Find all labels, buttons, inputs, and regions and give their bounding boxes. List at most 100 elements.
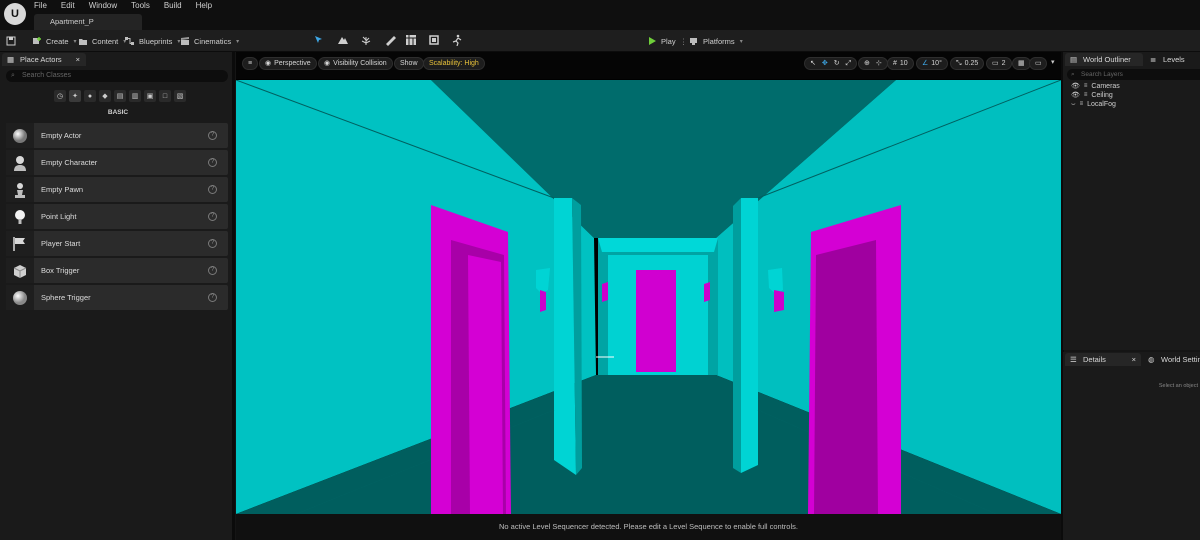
chevron-down-icon: ▾ — [236, 38, 240, 45]
all-classes-category-icon[interactable]: ▧ — [174, 90, 186, 102]
play-options-icon[interactable]: ⋮ — [680, 37, 688, 46]
save-button[interactable] — [6, 33, 16, 49]
view-mode-label: Visibility Collision — [333, 60, 387, 67]
world-settings-label: World Settings — [1161, 355, 1200, 364]
show-button[interactable]: Show — [394, 57, 424, 70]
lights-category-icon[interactable]: ● — [84, 90, 96, 102]
menu-help[interactable]: Help — [196, 0, 212, 12]
help-icon[interactable]: ? — [208, 131, 217, 140]
grid-snap-button[interactable]: # 10 — [887, 57, 914, 70]
help-icon[interactable]: ? — [208, 212, 217, 221]
world-outliner-tab[interactable]: ▤ World Outliner — [1065, 53, 1143, 66]
help-icon[interactable]: ? — [208, 158, 217, 167]
content-button[interactable]: Content ▾ — [78, 33, 126, 49]
play-button[interactable]: Play ⋮ — [647, 33, 687, 49]
basic-category-icon[interactable]: ✦ — [69, 90, 81, 102]
actor-item-player-start[interactable]: Player Start ? — [6, 231, 228, 256]
title-bar: U File Edit Window Tools Build Help Apar… — [0, 0, 1200, 30]
maximize-viewport-button[interactable]: ▭ — [1029, 57, 1047, 70]
left-sconce — [540, 290, 546, 312]
blueprints-label: Blueprints — [139, 36, 173, 46]
viewport-options-button[interactable]: ≡ — [242, 57, 259, 70]
search-placeholder: Search Classes — [22, 72, 72, 79]
rotate-tool-icon[interactable]: ↻ — [834, 58, 840, 69]
help-icon[interactable]: ? — [208, 293, 217, 302]
platforms-button[interactable]: Platforms ▾ — [689, 33, 743, 49]
panel-divider[interactable] — [232, 52, 235, 540]
left-far-sconce — [602, 282, 608, 302]
rotation-snap-button[interactable]: ∠ 10° — [916, 57, 948, 70]
help-icon[interactable]: ? — [208, 266, 217, 275]
layer-item[interactable]: 👁 ≡ Cameras — [1071, 82, 1120, 91]
close-icon[interactable]: × — [1132, 353, 1136, 366]
help-icon[interactable]: ? — [208, 185, 217, 194]
actor-item-empty-actor[interactable]: Empty Actor ? — [6, 123, 228, 148]
perspective-button[interactable]: ◉ Perspective — [259, 57, 317, 70]
surface-snap-icon[interactable]: ⊹ — [876, 58, 882, 69]
place-actors-tab[interactable]: ▦ Place Actors × — [2, 53, 86, 66]
blueprints-button[interactable]: Blueprints ▾ — [125, 33, 180, 49]
geometry-category-icon[interactable]: ▣ — [144, 90, 156, 102]
fracture-mode-icon[interactable] — [405, 34, 417, 46]
menu-file[interactable]: File — [34, 0, 47, 12]
cinematics-button[interactable]: Cinematics ▾ — [180, 33, 239, 49]
camera-speed-button[interactable]: ▭ 2 — [986, 57, 1012, 70]
hidden-eye-icon[interactable]: ⌣ — [1071, 100, 1076, 109]
cinematic-category-icon[interactable]: ▤ — [114, 90, 126, 102]
world-outliner-panel: ▤ World Outliner ≣ Levels ⌕ Search Layer… — [1063, 52, 1200, 350]
brush-edit-mode-icon[interactable] — [428, 34, 440, 46]
scale-snap-icon: ⤡ — [956, 60, 962, 67]
actor-item-empty-character[interactable]: Empty Character ? — [6, 150, 228, 175]
animation-mode-icon[interactable] — [451, 34, 463, 46]
volumes-category-icon[interactable]: □ — [159, 90, 171, 102]
visibility-eye-icon[interactable]: 👁 — [1071, 82, 1080, 91]
world-space-icon[interactable]: ⊕ — [864, 58, 870, 69]
hallway-render[interactable] — [236, 80, 1061, 514]
scene-render[interactable] — [236, 80, 1061, 514]
actor-item-point-light[interactable]: Point Light ? — [6, 204, 228, 229]
place-actors-icon: ▦ — [7, 55, 15, 64]
search-layers-input[interactable]: ⌕ Search Layers — [1067, 69, 1200, 80]
visibility-eye-icon[interactable]: 👁 — [1071, 91, 1080, 100]
close-icon[interactable]: × — [76, 53, 80, 66]
levels-tab[interactable]: ≣ Levels — [1145, 53, 1200, 66]
move-tool-icon[interactable]: ✥ — [822, 58, 828, 69]
coordinate-tools: ⊕ ⊹ — [858, 57, 888, 70]
document-tab[interactable]: Apartment_P — [34, 14, 142, 30]
shapes-category-icon[interactable]: ◆ — [99, 90, 111, 102]
select-tool-icon[interactable]: ↖ — [810, 58, 816, 69]
details-tab[interactable]: ☰ Details × — [1065, 353, 1141, 366]
menu-edit[interactable]: Edit — [61, 0, 75, 12]
scalability-button[interactable]: Scalability: High — [423, 57, 485, 70]
layer-item[interactable]: ⌣ ≡ LocalFog — [1071, 100, 1116, 109]
scale-tool-icon[interactable]: ⤢ — [846, 58, 852, 69]
layout-button[interactable]: ▦ — [1012, 57, 1031, 70]
chevron-down-icon: ▾ — [73, 38, 77, 45]
search-classes-input[interactable]: ⌕ Search Classes — [6, 70, 228, 82]
create-button[interactable]: Create ▾ — [32, 33, 77, 49]
create-label: Create — [46, 36, 69, 46]
mesh-paint-mode-icon[interactable] — [384, 34, 396, 46]
actor-label: Box Trigger — [41, 266, 80, 275]
actor-item-empty-pawn[interactable]: Empty Pawn ? — [6, 177, 228, 202]
scale-snap-button[interactable]: ⤡ 0.25 — [950, 57, 985, 70]
help-icon[interactable]: ? — [208, 239, 217, 248]
chevron-down-icon[interactable]: ▾ — [1051, 58, 1055, 66]
view-mode-button[interactable]: ◉ Visibility Collision — [318, 57, 393, 70]
menu-tools[interactable]: Tools — [131, 0, 150, 12]
grid-snap-value: 10 — [899, 60, 908, 67]
details-tab-label: Details — [1083, 355, 1106, 364]
actor-item-box-trigger[interactable]: Box Trigger ? — [6, 258, 228, 283]
recent-icon[interactable]: ◷ — [54, 90, 66, 102]
world-settings-tab[interactable]: ◍ World Settings — [1143, 353, 1200, 366]
visual-effects-category-icon[interactable]: ▥ — [129, 90, 141, 102]
layer-item[interactable]: 👁 ≡ Ceiling — [1071, 91, 1113, 100]
menu-window[interactable]: Window — [89, 0, 117, 12]
details-icon: ☰ — [1070, 355, 1077, 364]
mode-select-icon[interactable] — [313, 34, 325, 46]
unreal-logo-icon[interactable]: U — [4, 3, 26, 25]
menu-build[interactable]: Build — [164, 0, 182, 12]
landscape-mode-icon[interactable] — [337, 34, 349, 46]
actor-item-sphere-trigger[interactable]: Sphere Trigger ? — [6, 285, 228, 310]
foliage-mode-icon[interactable] — [360, 34, 372, 46]
